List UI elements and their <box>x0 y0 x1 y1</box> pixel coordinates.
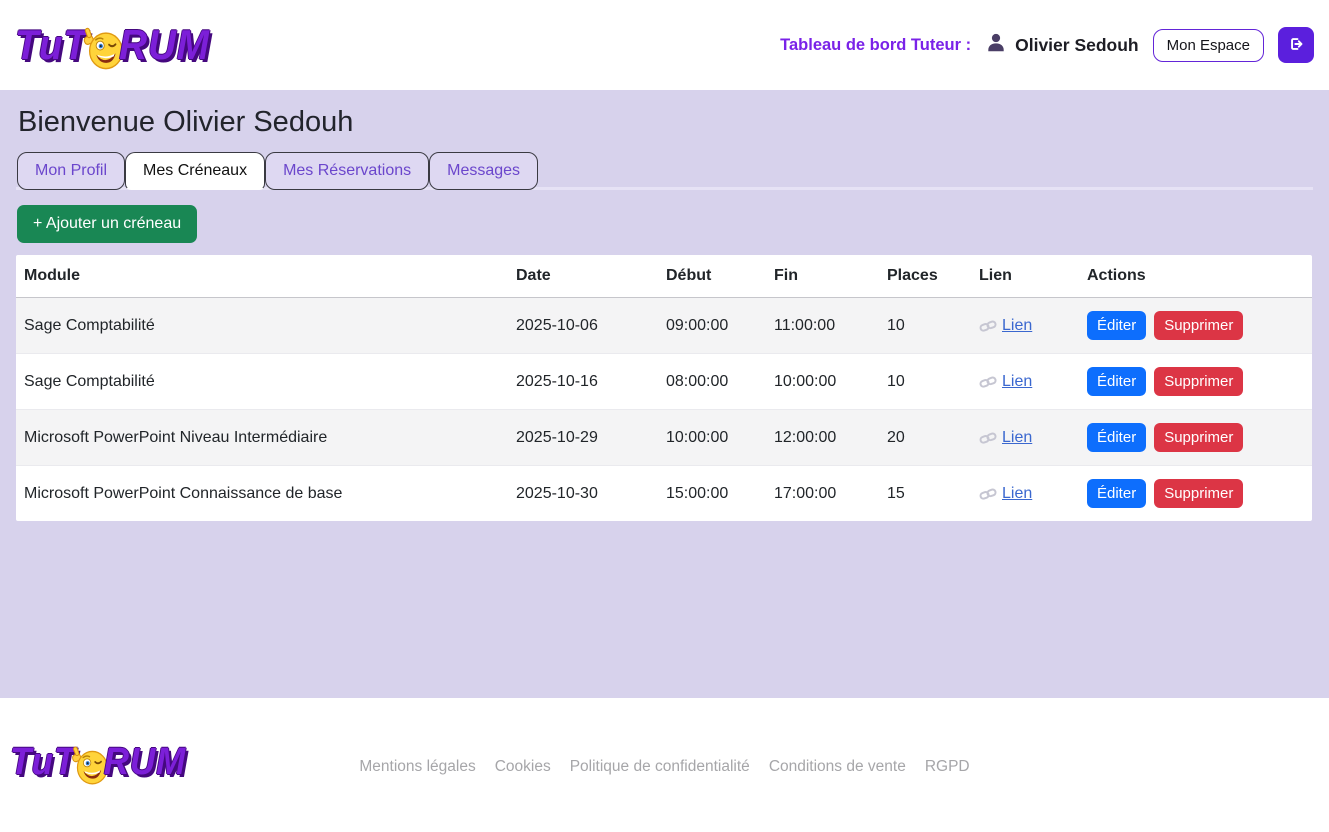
chain-link-icon <box>979 317 1002 334</box>
footer-links: Mentions légales Cookies Politique de co… <box>0 758 1329 776</box>
cell-places: 15 <box>879 466 971 522</box>
delete-button[interactable]: Supprimer <box>1154 367 1243 396</box>
footer-link-politique-confidentialite[interactable]: Politique de confidentialité <box>570 758 750 776</box>
user-chip: Olivier Sedouh <box>985 32 1139 59</box>
col-header-lien: Lien <box>971 255 1079 298</box>
cell-fin: 12:00:00 <box>766 410 879 466</box>
lien-link-label: Lien <box>1002 317 1032 334</box>
footer-link-cookies[interactable]: Cookies <box>495 758 551 776</box>
logout-button[interactable] <box>1278 27 1314 63</box>
chain-link-icon <box>979 485 1002 502</box>
app-logo: TuT RUM <box>15 15 210 76</box>
edit-button[interactable]: Éditer <box>1087 367 1146 396</box>
meeting-link[interactable]: Lien <box>979 317 1032 334</box>
cell-debut: 09:00:00 <box>658 298 766 354</box>
meeting-link[interactable]: Lien <box>979 373 1032 390</box>
chain-link-icon <box>979 373 1002 390</box>
main-content: Bienvenue Olivier Sedouh Mon Profil Mes … <box>0 90 1329 698</box>
col-header-actions: Actions <box>1079 255 1312 298</box>
user-icon <box>985 32 1007 59</box>
delete-button[interactable]: Supprimer <box>1154 479 1243 508</box>
footer-link-mentions-legales[interactable]: Mentions légales <box>359 758 475 776</box>
chain-link-icon <box>979 429 1002 446</box>
lien-link-label: Lien <box>1002 429 1032 446</box>
edit-button[interactable]: Éditer <box>1087 423 1146 452</box>
logo-text-prefix: TuT <box>15 21 88 69</box>
dashboard-label: Tableau de bord Tuteur : <box>780 36 971 55</box>
delete-button[interactable]: Supprimer <box>1154 423 1243 452</box>
col-header-debut: Début <box>658 255 766 298</box>
col-header-places: Places <box>879 255 971 298</box>
cell-debut: 08:00:00 <box>658 354 766 410</box>
cell-module: Microsoft PowerPoint Connaissance de bas… <box>16 466 508 522</box>
logout-icon <box>1287 35 1305 56</box>
cell-date: 2025-10-30 <box>508 466 658 522</box>
table-row: Microsoft PowerPoint Niveau Intermédiair… <box>16 410 1312 466</box>
app-header: TuT RUM Tableau de bord Tuteur : <box>0 0 1329 90</box>
table-row: Microsoft PowerPoint Connaissance de bas… <box>16 466 1312 522</box>
tab-messages[interactable]: Messages <box>429 152 538 190</box>
tab-mes-reservations[interactable]: Mes Réservations <box>265 152 429 190</box>
cell-date: 2025-10-16 <box>508 354 658 410</box>
slots-table: Module Date Début Fin Places Lien Action… <box>16 255 1312 521</box>
edit-button[interactable]: Éditer <box>1087 479 1146 508</box>
table-header-row: Module Date Début Fin Places Lien Action… <box>16 255 1312 298</box>
delete-button[interactable]: Supprimer <box>1154 311 1243 340</box>
lien-link-label: Lien <box>1002 373 1032 390</box>
tab-mon-profil[interactable]: Mon Profil <box>17 152 125 190</box>
col-header-module: Module <box>16 255 508 298</box>
tab-bar: Mon Profil Mes Créneaux Mes Réservations… <box>16 152 1313 190</box>
page-title: Bienvenue Olivier Sedouh <box>18 106 1313 139</box>
app-footer: TuT RUM Mentions légales Cookies Politiq… <box>0 698 1329 832</box>
cell-places: 20 <box>879 410 971 466</box>
mon-espace-button[interactable]: Mon Espace <box>1153 29 1264 62</box>
meeting-link[interactable]: Lien <box>979 429 1032 446</box>
cell-fin: 10:00:00 <box>766 354 879 410</box>
cell-module: Sage Comptabilité <box>16 354 508 410</box>
cell-debut: 10:00:00 <box>658 410 766 466</box>
cell-fin: 17:00:00 <box>766 466 879 522</box>
add-slot-button[interactable]: + Ajouter un créneau <box>17 205 197 243</box>
table-row: Sage Comptabilité 2025-10-06 09:00:00 11… <box>16 298 1312 354</box>
cell-places: 10 <box>879 354 971 410</box>
cell-module: Sage Comptabilité <box>16 298 508 354</box>
tab-mes-creneaux[interactable]: Mes Créneaux <box>125 152 265 190</box>
logo-text-suffix: RUM <box>119 21 210 69</box>
logo-smiley-icon <box>81 25 123 76</box>
header-right: Tableau de bord Tuteur : Olivier Sedouh … <box>780 27 1314 63</box>
footer-link-conditions-vente[interactable]: Conditions de vente <box>769 758 906 776</box>
cell-debut: 15:00:00 <box>658 466 766 522</box>
cell-date: 2025-10-29 <box>508 410 658 466</box>
edit-button[interactable]: Éditer <box>1087 311 1146 340</box>
col-header-fin: Fin <box>766 255 879 298</box>
slots-table-body: Sage Comptabilité 2025-10-06 09:00:00 11… <box>16 298 1312 522</box>
footer-link-rgpd[interactable]: RGPD <box>925 758 970 776</box>
cell-places: 10 <box>879 298 971 354</box>
user-name: Olivier Sedouh <box>1015 35 1139 56</box>
lien-link-label: Lien <box>1002 485 1032 502</box>
table-row: Sage Comptabilité 2025-10-16 08:00:00 10… <box>16 354 1312 410</box>
meeting-link[interactable]: Lien <box>979 485 1032 502</box>
cell-module: Microsoft PowerPoint Niveau Intermédiair… <box>16 410 508 466</box>
cell-fin: 11:00:00 <box>766 298 879 354</box>
cell-date: 2025-10-06 <box>508 298 658 354</box>
col-header-date: Date <box>508 255 658 298</box>
